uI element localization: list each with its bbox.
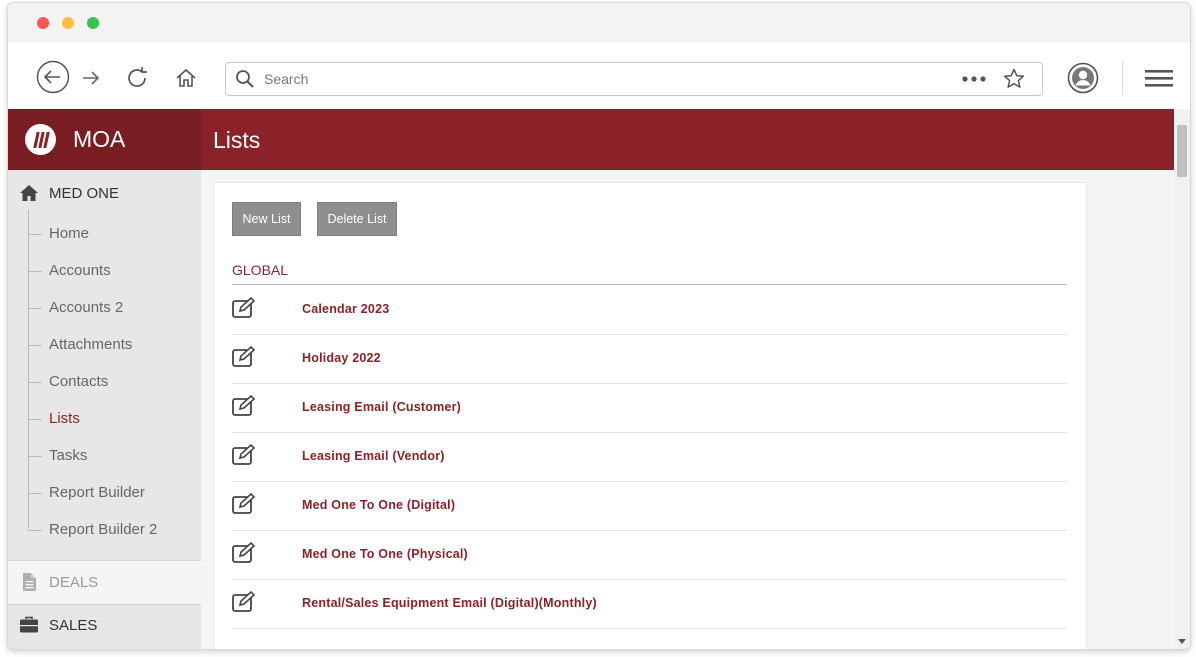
- edit-icon[interactable]: [232, 542, 258, 564]
- home-icon: [20, 185, 38, 201]
- search-input[interactable]: [262, 68, 946, 90]
- reload-button[interactable]: [124, 65, 150, 91]
- sidebar-item-home[interactable]: Home: [28, 216, 201, 253]
- edit-icon[interactable]: [232, 395, 258, 417]
- lists-panel: New List Delete List GLOBAL Calendar 202…: [213, 182, 1087, 649]
- sidebar: MED ONE Home Accounts Accounts 2 Attachm…: [8, 170, 201, 649]
- menu-button[interactable]: [1145, 67, 1173, 89]
- sidebar-group-sales[interactable]: SALES: [8, 604, 201, 646]
- main-content: New List Delete List GLOBAL Calendar 202…: [201, 170, 1174, 649]
- sidebar-group-label: DEALS: [49, 574, 99, 591]
- edit-icon[interactable]: [232, 444, 258, 466]
- sidebar-item-label: Report Builder 2: [49, 521, 158, 538]
- new-list-button[interactable]: New List: [232, 202, 301, 236]
- sidebar-group-deals[interactable]: DEALS: [8, 560, 201, 605]
- list-item: Holiday 2022: [232, 334, 1067, 384]
- app-header: MOA Lists: [8, 109, 1174, 170]
- list-name-link[interactable]: Leasing Email (Customer): [302, 400, 461, 414]
- sidebar-item-tasks[interactable]: Tasks: [28, 438, 201, 475]
- sidebar-item-report-builder[interactable]: Report Builder: [28, 475, 201, 512]
- scroll-down-arrow-icon[interactable]: [1178, 639, 1186, 644]
- browser-window: MOA Lists MED ONE Home Accounts Accounts…: [7, 2, 1191, 650]
- section-label-global: GLOBAL: [232, 262, 289, 278]
- reload-icon: [128, 67, 147, 87]
- sidebar-item-label: Report Builder: [49, 484, 145, 501]
- list-item: Rental/Sales Equipment Email (Digital)(M…: [232, 579, 1067, 629]
- sidebar-item-label: Contacts: [49, 373, 109, 390]
- list-name-link[interactable]: Leasing Email (Vendor): [302, 449, 445, 463]
- page-title: Lists: [213, 127, 261, 153]
- sidebar-item-contacts[interactable]: Contacts: [28, 364, 201, 401]
- brand[interactable]: MOA: [8, 109, 201, 170]
- sidebar-item-label: Tasks: [49, 447, 88, 464]
- edit-icon[interactable]: [232, 297, 258, 319]
- briefcase-icon: [20, 616, 38, 633]
- list-name-link[interactable]: Holiday 2022: [302, 351, 381, 365]
- sidebar-group-label: SALES: [49, 616, 98, 634]
- list-name-link[interactable]: Med One To One (Digital): [302, 498, 455, 512]
- sidebar-item-label: Attachments: [49, 336, 133, 353]
- vertical-scrollbar[interactable]: [1174, 109, 1190, 649]
- sidebar-item-label: Accounts 2: [49, 299, 124, 316]
- toolbar-divider: [1122, 61, 1123, 95]
- sidebar-item-report-builder-2[interactable]: Report Builder 2: [28, 512, 201, 549]
- profile-icon: [1067, 62, 1099, 94]
- home-button[interactable]: [174, 66, 198, 90]
- window-titlebar: [8, 3, 1190, 43]
- list-item: Med One To One (Digital): [232, 481, 1067, 531]
- list-name-link[interactable]: Calendar 2023: [302, 302, 389, 316]
- search-icon: [236, 70, 254, 88]
- scrollbar-thumb[interactable]: [1177, 125, 1187, 177]
- close-window-button[interactable]: [37, 17, 49, 29]
- forward-icon: [83, 71, 100, 85]
- document-icon: [23, 573, 36, 591]
- list-name-link[interactable]: Med One To One (Physical): [302, 547, 468, 561]
- back-button[interactable]: [36, 60, 70, 94]
- sidebar-item-attachments[interactable]: Attachments: [28, 327, 201, 364]
- list-item: Leasing Email (Vendor): [232, 432, 1067, 482]
- more-icon[interactable]: [961, 74, 989, 84]
- hamburger-menu-icon: [1145, 70, 1173, 87]
- browser-toolbar: [8, 43, 1190, 109]
- sidebar-item-lists[interactable]: Lists: [28, 401, 201, 438]
- profile-button[interactable]: [1067, 62, 1099, 94]
- edit-icon[interactable]: [232, 591, 258, 613]
- list-item: Med One To One (Physical): [232, 530, 1067, 580]
- home-icon: [176, 68, 196, 87]
- sidebar-item-label: Accounts: [49, 262, 111, 279]
- sidebar-item-label: Home: [49, 225, 90, 242]
- search-bar[interactable]: [225, 62, 1043, 96]
- sidebar-item-accounts[interactable]: Accounts: [28, 253, 201, 290]
- minimize-window-button[interactable]: [62, 17, 74, 29]
- sidebar-group-label: MED ONE: [49, 184, 120, 202]
- maximize-window-button[interactable]: [87, 17, 99, 29]
- star-icon[interactable]: [1002, 67, 1026, 91]
- edit-icon[interactable]: [232, 493, 258, 515]
- forward-button[interactable]: [80, 67, 102, 89]
- list-item: Leasing Email (Customer): [232, 383, 1067, 433]
- brand-name: MOA: [73, 126, 126, 152]
- delete-list-button[interactable]: Delete List: [317, 202, 397, 236]
- logo-icon: [25, 124, 56, 155]
- list-item: Calendar 2023: [232, 285, 1067, 335]
- sidebar-item-accounts-2[interactable]: Accounts 2: [28, 290, 201, 327]
- list-name-link[interactable]: Rental/Sales Equipment Email (Digital)(M…: [302, 596, 597, 610]
- back-icon: [36, 60, 70, 94]
- edit-icon[interactable]: [232, 346, 258, 368]
- sidebar-item-label: Lists: [49, 410, 80, 427]
- sidebar-group-med-one[interactable]: MED ONE: [8, 172, 201, 214]
